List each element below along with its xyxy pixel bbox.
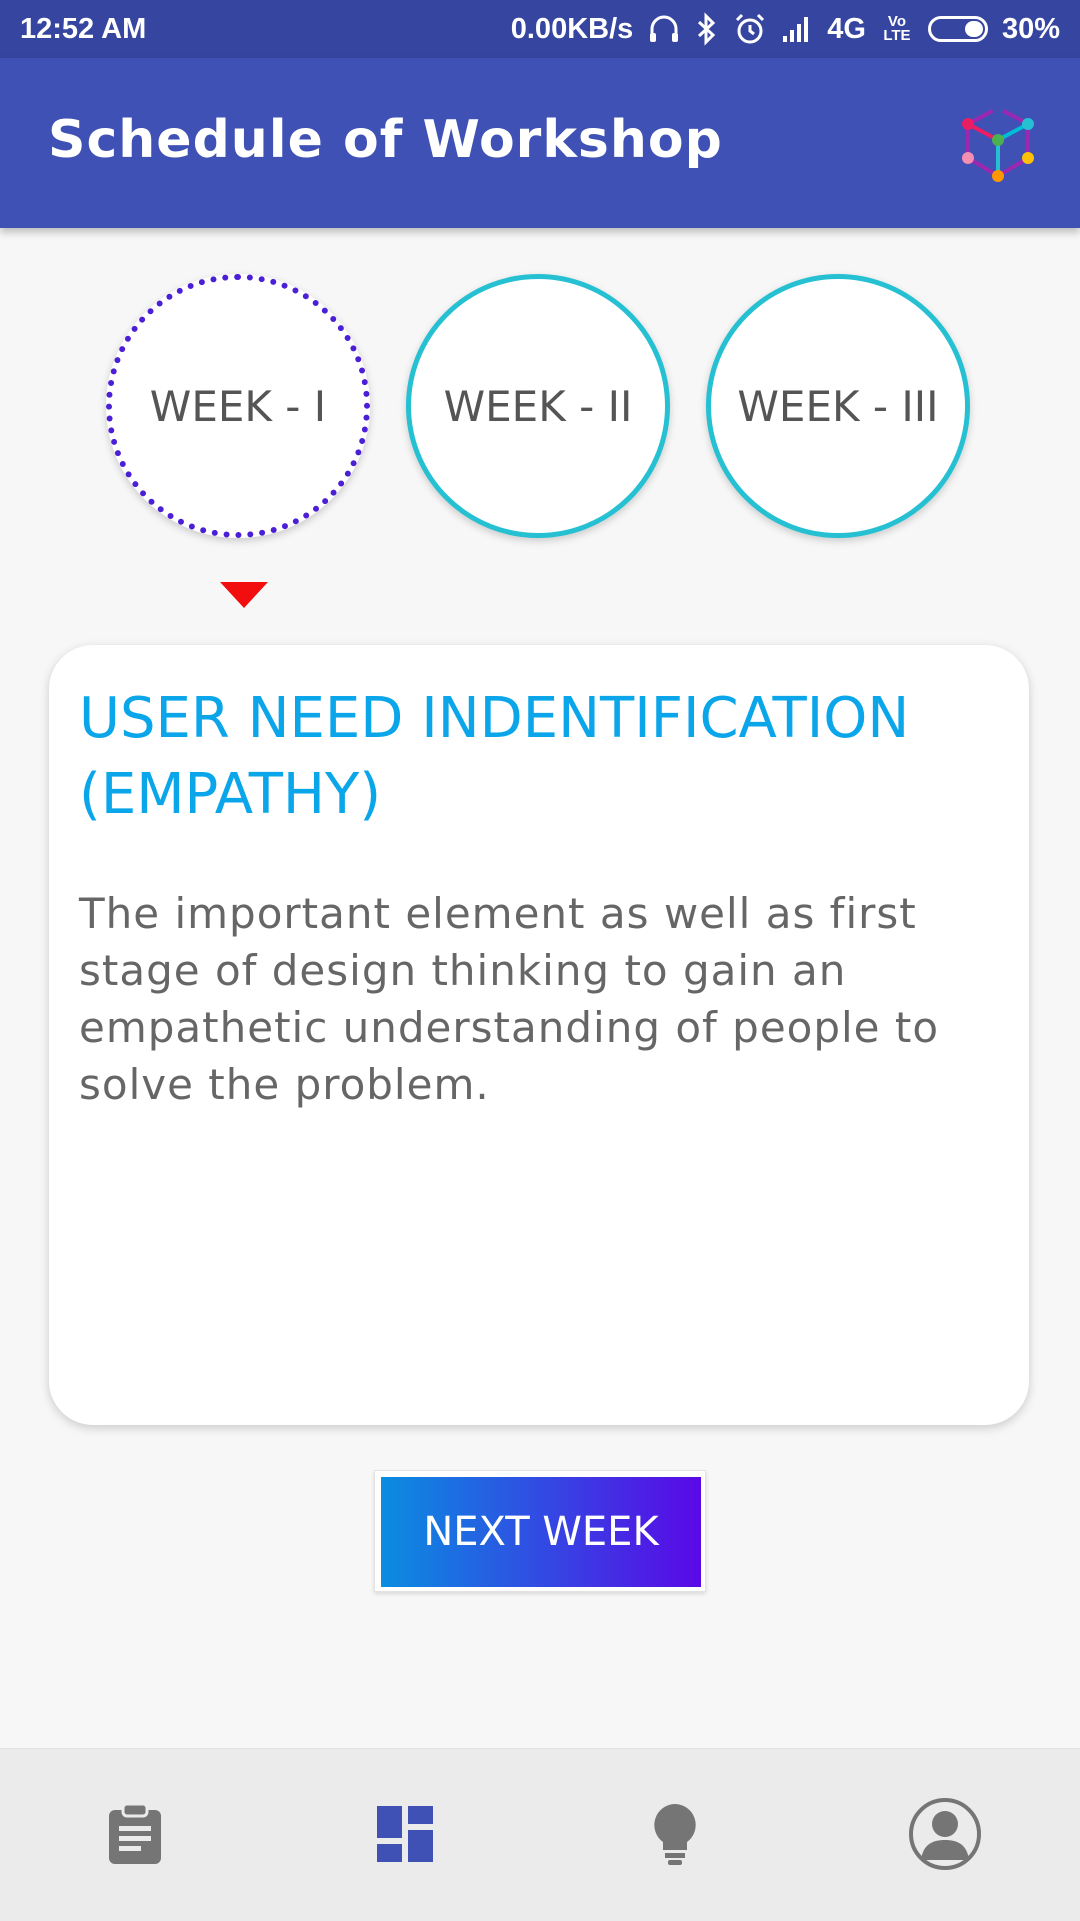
clipboard-icon bbox=[109, 1802, 161, 1864]
volte-indicator: Vo LTE bbox=[883, 13, 911, 44]
app-bar: Schedule of Workshop bbox=[0, 58, 1080, 228]
battery-percent: 30% bbox=[1001, 12, 1060, 45]
week-2-button[interactable]: WEEK - II bbox=[406, 274, 670, 538]
selected-week-pointer-icon bbox=[220, 582, 268, 608]
card-description: The important element as well as first s… bbox=[79, 889, 940, 1109]
headset-icon bbox=[650, 15, 679, 42]
status-bar: 12:52 AM 0.00KB/s 4G Vo LTE 30% bbox=[0, 0, 1080, 58]
bluetooth-icon bbox=[698, 12, 716, 46]
network-type: 4G bbox=[827, 12, 866, 45]
nav-item-clipboard[interactable] bbox=[90, 1789, 180, 1879]
status-time: 12:52 AM bbox=[20, 12, 147, 45]
status-icons: 0.00KB/s 4G Vo LTE 30% bbox=[511, 12, 1060, 46]
week-3-label: WEEK - III bbox=[737, 381, 939, 431]
battery-icon bbox=[927, 16, 988, 42]
week-2-label: WEEK - II bbox=[443, 381, 633, 431]
lightbulb-icon bbox=[654, 1804, 696, 1865]
page-title: Schedule of Workshop bbox=[48, 110, 723, 170]
alarm-icon bbox=[736, 13, 765, 44]
next-week-button[interactable]: NEXT WEEK bbox=[381, 1477, 701, 1587]
signal-icon bbox=[783, 17, 809, 42]
bottom-navigation bbox=[0, 1748, 1080, 1921]
next-week-button-frame: NEXT WEEK bbox=[374, 1470, 706, 1592]
week-detail-card: USER NEED INDENTIFICATION (EMPATHY) The … bbox=[49, 645, 1029, 1425]
week-1-label: WEEK - I bbox=[149, 381, 327, 431]
nav-item-profile[interactable] bbox=[900, 1789, 990, 1879]
nav-item-ideas[interactable] bbox=[630, 1789, 720, 1879]
data-rate: 0.00KB/s bbox=[510, 12, 634, 45]
dashboard-icon bbox=[377, 1806, 433, 1862]
cube-network-logo bbox=[962, 102, 1034, 182]
profile-icon bbox=[909, 1798, 981, 1870]
week-1-button[interactable]: WEEK - I bbox=[106, 274, 370, 538]
nav-item-dashboard[interactable] bbox=[360, 1789, 450, 1879]
week-3-button[interactable]: WEEK - III bbox=[706, 274, 970, 538]
card-title: USER NEED INDENTIFICATION (EMPATHY) bbox=[79, 686, 910, 827]
